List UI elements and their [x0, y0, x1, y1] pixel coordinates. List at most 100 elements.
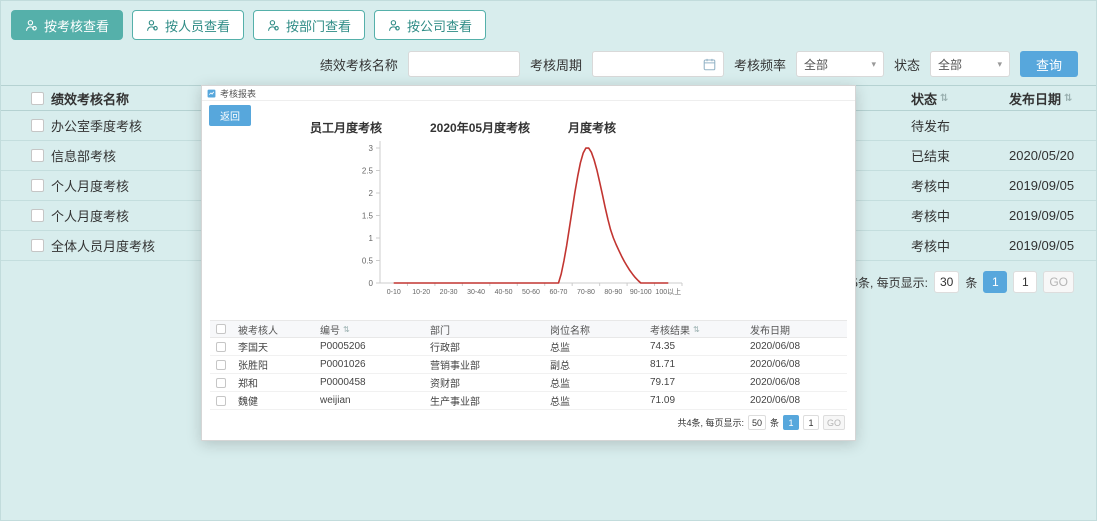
- page-size-input[interactable]: 30: [934, 271, 959, 293]
- column-label: 发布日期: [1009, 89, 1061, 108]
- status-value: 全部: [938, 56, 962, 73]
- row-checkbox[interactable]: [31, 239, 44, 252]
- row-checkbox[interactable]: [31, 149, 44, 162]
- position-name: 总监: [550, 393, 650, 408]
- report-modal: 考核报表 返回 员工月度考核 2020年05月度考核 月度考核 00.511.5…: [201, 85, 856, 441]
- status-text: 考核中: [911, 236, 1009, 255]
- score: 74.35: [650, 341, 750, 352]
- header-checkbox[interactable]: [31, 92, 44, 105]
- modal-table-row: 李国天P0005206行政部总监74.352020/06/08: [210, 338, 847, 356]
- svg-text:70-80: 70-80: [577, 289, 595, 296]
- search-button[interactable]: 查询: [1020, 51, 1078, 77]
- sort-icon: ⇅: [1064, 93, 1072, 104]
- svg-text:30-40: 30-40: [467, 289, 485, 296]
- row-checkbox[interactable]: [31, 119, 44, 132]
- svg-text:0-10: 0-10: [387, 289, 401, 296]
- row-checkbox[interactable]: [216, 360, 226, 370]
- person-icon: [267, 19, 280, 32]
- tab-by-person[interactable]: 按人员查看: [132, 10, 244, 40]
- row-checkbox[interactable]: [216, 342, 226, 352]
- modal-title-bar: 考核报表: [202, 86, 855, 101]
- publish-date: 2019/09/05: [1009, 208, 1096, 223]
- score: 71.09: [650, 395, 750, 406]
- tab-by-assessment[interactable]: 按考核查看: [11, 10, 123, 40]
- department: 行政部: [430, 339, 550, 354]
- frequency-value: 全部: [804, 56, 828, 73]
- pagination-unit: 条: [965, 274, 977, 291]
- modal-column-header[interactable]: 编号⇅: [320, 322, 430, 337]
- column-label: 编号: [320, 322, 340, 337]
- column-label: 岗位名称: [550, 322, 590, 337]
- publish-date: 2019/09/05: [1009, 238, 1096, 253]
- modal-table-row: 魏健weijian生产事业部总监71.092020/06/08: [210, 392, 847, 410]
- score: 81.71: [650, 359, 750, 370]
- publish-date: 2020/06/08: [750, 377, 847, 388]
- filter-status-label: 状态: [894, 55, 920, 74]
- go-button[interactable]: GO: [823, 415, 845, 430]
- assessment-name-input[interactable]: [408, 51, 520, 77]
- modal-column-header[interactable]: 被考核人: [238, 322, 320, 337]
- page-button-1[interactable]: 1: [783, 415, 799, 430]
- status-text: 考核中: [911, 176, 1009, 195]
- svg-text:3: 3: [369, 144, 374, 153]
- tab-by-company[interactable]: 按公司查看: [374, 10, 486, 40]
- column-header-status[interactable]: 状态⇅: [911, 89, 1009, 108]
- pagination-total: 共4条, 每页显示:: [677, 416, 744, 429]
- modal-table: 被考核人编号⇅部门 岗位名称 考核结果⇅发布日期 李国天P0005206行政部总监7…: [210, 320, 847, 430]
- employee-id: P0001026: [320, 359, 430, 370]
- pagination-unit: 条: [770, 416, 779, 429]
- publish-date: 2020/06/08: [750, 341, 847, 352]
- frequency-select[interactable]: 全部 ▾: [796, 51, 884, 77]
- publish-date: 2020/06/08: [750, 395, 847, 406]
- chevron-down-icon: ▾: [997, 59, 1002, 70]
- department: 资财部: [430, 375, 550, 390]
- person-icon: [25, 19, 38, 32]
- publish-date: 2020/06/08: [750, 359, 847, 370]
- position-name: 总监: [550, 375, 650, 390]
- column-label: 部门: [430, 322, 450, 337]
- position-name: 副总: [550, 357, 650, 372]
- tab-label: 按公司查看: [407, 16, 472, 35]
- svg-text:80-90: 80-90: [604, 289, 622, 296]
- modal-table-body: 李国天P0005206行政部总监74.352020/06/08张胜阳P00010…: [210, 338, 847, 410]
- modal-table-row: 张胜阳P0001026营销事业部副总81.712020/06/08: [210, 356, 847, 374]
- row-checkbox[interactable]: [31, 209, 44, 222]
- page-button-1[interactable]: 1: [983, 271, 1007, 293]
- position-name: 总监: [550, 339, 650, 354]
- person-name: 郑和: [238, 375, 320, 390]
- svg-text:2.5: 2.5: [362, 167, 374, 176]
- page-size-input[interactable]: 50: [748, 415, 766, 430]
- person-name: 魏健: [238, 393, 320, 408]
- tab-by-department[interactable]: 按部门查看: [253, 10, 365, 40]
- modal-table-row: 郑和P0000458资财部总监79.172020/06/08: [210, 374, 847, 392]
- go-button[interactable]: GO: [1043, 271, 1074, 293]
- tab-label: 按部门查看: [286, 16, 351, 35]
- back-button[interactable]: 返回: [209, 105, 251, 126]
- status-select[interactable]: 全部 ▾: [930, 51, 1010, 77]
- row-checkbox[interactable]: [216, 396, 226, 406]
- modal-column-header[interactable]: 考核结果⇅: [650, 322, 750, 337]
- page-jump-input[interactable]: 1: [803, 415, 819, 430]
- modal-column-header[interactable]: 部门: [430, 322, 550, 337]
- employee-id: weijian: [320, 395, 430, 406]
- tab-label: 按人员查看: [165, 16, 230, 35]
- row-checkbox[interactable]: [31, 179, 44, 192]
- svg-text:100以上: 100以上: [655, 287, 681, 296]
- modal-pagination: 共4条, 每页显示: 50 条 1 1 GO: [210, 410, 847, 430]
- modal-column-header[interactable]: 发布日期: [750, 322, 847, 337]
- assessment-period-input[interactable]: [592, 51, 724, 77]
- svg-text:20-30: 20-30: [440, 289, 458, 296]
- column-header-date[interactable]: 发布日期⇅: [1009, 89, 1096, 108]
- svg-text:0.5: 0.5: [362, 257, 374, 266]
- row-checkbox[interactable]: [216, 378, 226, 388]
- score: 79.17: [650, 377, 750, 388]
- department: 营销事业部: [430, 357, 550, 372]
- page-jump-input[interactable]: 1: [1013, 271, 1037, 293]
- header-checkbox[interactable]: [216, 324, 226, 334]
- calendar-icon: [703, 58, 716, 71]
- person-icon: [146, 19, 159, 32]
- person-name: 张胜阳: [238, 357, 320, 372]
- filter-frequency-label: 考核频率: [734, 55, 786, 74]
- modal-column-header[interactable]: 岗位名称: [550, 322, 650, 337]
- svg-text:60-70: 60-70: [550, 289, 568, 296]
